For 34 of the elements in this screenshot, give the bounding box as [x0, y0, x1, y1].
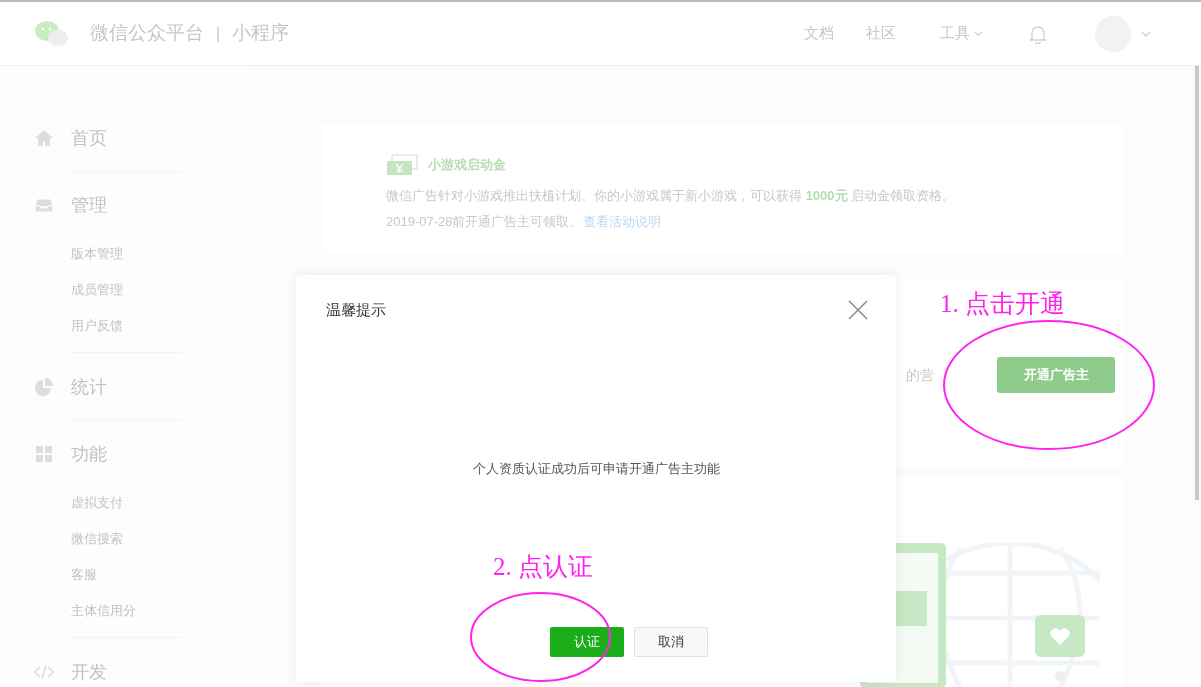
nav-link[interactable]: 文档 [804, 22, 834, 45]
code-icon [34, 662, 54, 682]
header-separator: | [216, 23, 221, 44]
annotation-text: 1. 点击开通 [940, 289, 1065, 319]
sidebar-section[interactable]: 首页 [71, 124, 107, 152]
sidebar-item[interactable]: 客服 [0, 557, 250, 593]
sidebar-section[interactable]: 管理 [71, 191, 107, 219]
sidebar-item[interactable]: 微信搜索 [0, 521, 250, 557]
activity-link[interactable]: 查看活动说明 [582, 213, 661, 229]
bell-icon[interactable] [1029, 23, 1047, 44]
verify-button[interactable]: 认证 [550, 627, 624, 657]
dialog-message: 个人资质认证成功后可申请开通广告主功能 [471, 459, 721, 478]
caret-icon[interactable] [974, 30, 983, 37]
money-icon [386, 154, 418, 176]
dialog-title: 温馨提示 [326, 300, 386, 320]
chat-bubbles-logo [34, 19, 70, 48]
sidebar-section[interactable]: 统计 [71, 373, 107, 401]
sidebar-section[interactable]: 功能 [71, 440, 107, 468]
grid-icon [34, 444, 54, 464]
close-icon[interactable] [848, 300, 868, 321]
caret-icon[interactable] [1141, 30, 1151, 37]
sidebar-item[interactable]: 用户反馈 [0, 308, 250, 344]
nav-link[interactable]: 社区 [866, 22, 896, 45]
brand-title: 微信公众平台 [90, 21, 204, 46]
open-advertiser-button[interactable]: 开通广告主 [997, 357, 1115, 393]
sidebar-section[interactable]: 开发 [71, 658, 107, 686]
home-icon [34, 128, 54, 148]
product-title: 小程序 [232, 21, 290, 46]
scrollbar[interactable] [1195, 66, 1199, 500]
annotation-text: 2. 点认证 [493, 552, 593, 582]
sidebar-item[interactable]: 主体信用分 [0, 593, 250, 629]
promo-title: 小游戏启动金 [428, 156, 506, 175]
cancel-button[interactable]: 取消 [634, 627, 708, 657]
pie-chart-icon [34, 377, 54, 397]
